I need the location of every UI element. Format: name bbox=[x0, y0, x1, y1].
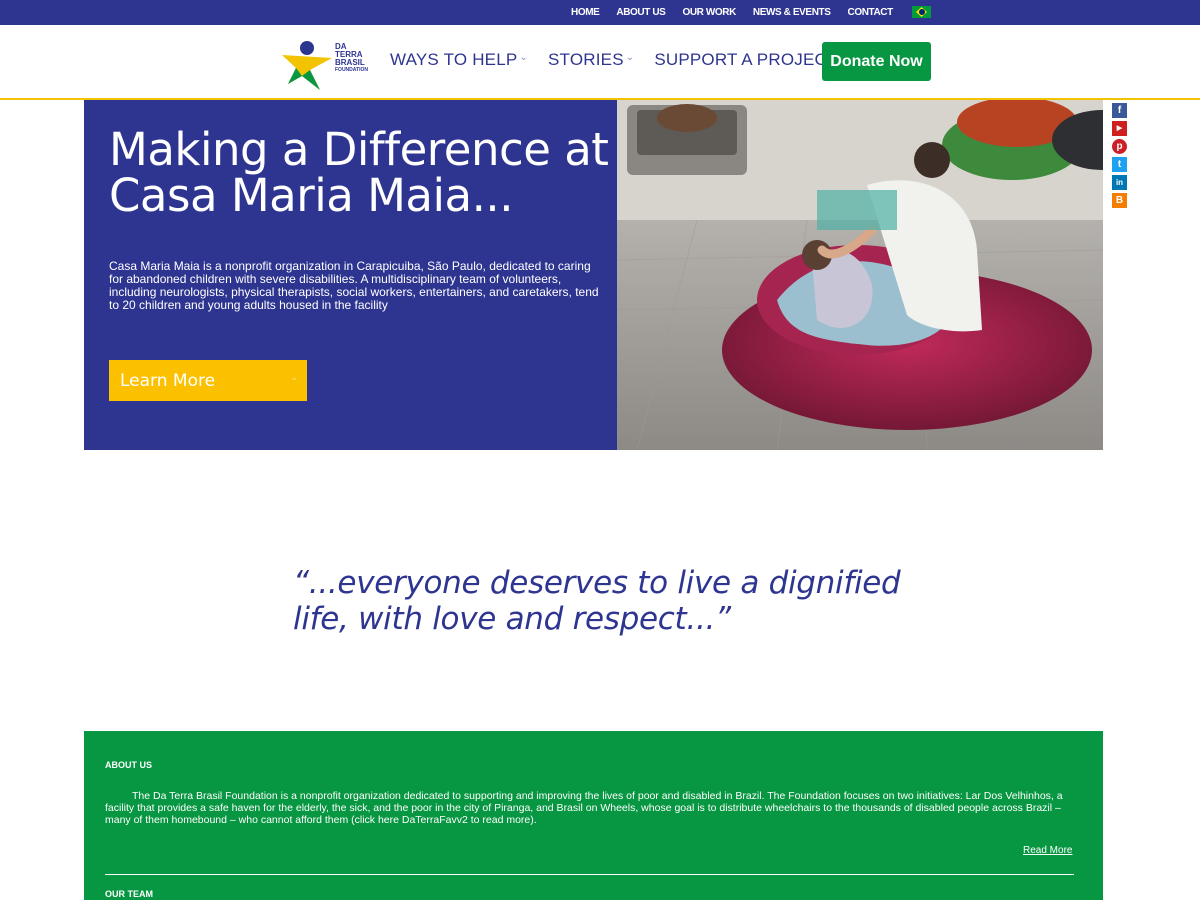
nav-stories[interactable]: STORIES ⌄ bbox=[548, 50, 634, 70]
section-divider bbox=[105, 874, 1074, 875]
logo-wordmark: DA TERRA BRASIL FOUNDATION bbox=[335, 42, 368, 74]
about-text: The Da Terra Brasil Foundation is a nonp… bbox=[105, 790, 1063, 826]
social-sidebar: f ▶ p t in B bbox=[1112, 103, 1128, 211]
site-header: DA TERRA BRASIL FOUNDATION WAYS TO HELP … bbox=[0, 25, 1200, 100]
our-team-heading: OUR TEAM bbox=[105, 889, 153, 899]
about-section: ABOUT US The Da Terra Brasil Foundation … bbox=[84, 731, 1103, 900]
logo-star-icon bbox=[282, 41, 332, 90]
hero-title: Making a Difference at Casa Maria Maia..… bbox=[109, 123, 609, 222]
read-more-link[interactable]: Read More bbox=[1023, 845, 1072, 856]
youtube-icon[interactable]: ▶ bbox=[1112, 121, 1127, 136]
facebook-icon[interactable]: f bbox=[1112, 103, 1127, 118]
topnav-news-events-link[interactable]: NEWS & EVENTS bbox=[753, 7, 831, 18]
learn-more-button[interactable]: Learn More ⌄ bbox=[109, 360, 307, 401]
chevron-down-icon: ⌄ bbox=[290, 373, 298, 383]
linkedin-icon[interactable]: in bbox=[1112, 175, 1127, 190]
chevron-down-icon: ⌄ bbox=[519, 52, 529, 63]
hero-section: Making a Difference at Casa Maria Maia..… bbox=[84, 100, 1103, 450]
nav-ways-to-help-label: WAYS TO HELP bbox=[390, 50, 518, 69]
about-heading: ABOUT US bbox=[105, 760, 152, 770]
chevron-down-icon: ⌄ bbox=[625, 52, 635, 63]
site-logo[interactable]: DA TERRA BRASIL FOUNDATION bbox=[280, 38, 375, 93]
pinterest-icon[interactable]: p bbox=[1112, 139, 1127, 154]
brazil-flag-icon[interactable] bbox=[912, 6, 931, 18]
learn-more-label: Learn More bbox=[120, 370, 216, 391]
mission-quote: “...everyone deserves to live a dignifie… bbox=[293, 565, 901, 637]
topnav-about-link[interactable]: ABOUT US bbox=[616, 7, 665, 18]
topnav-our-work-link[interactable]: OUR WORK bbox=[682, 7, 736, 18]
nav-stories-label: STORIES bbox=[548, 50, 624, 69]
top-utility-bar: HOME ABOUT US OUR WORK NEWS & EVENTS CON… bbox=[0, 0, 1200, 25]
nav-support-a-project[interactable]: SUPPORT A PROJECT ⌄ bbox=[654, 50, 848, 70]
topnav-contact-link[interactable]: CONTACT bbox=[848, 7, 894, 18]
top-nav: HOME ABOUT US OUR WORK NEWS & EVENTS CON… bbox=[571, 0, 910, 25]
nav-ways-to-help[interactable]: WAYS TO HELP ⌄ bbox=[390, 50, 528, 70]
hero-photo-caregiver bbox=[617, 100, 1103, 450]
blogger-icon[interactable]: B bbox=[1112, 193, 1127, 208]
twitter-icon[interactable]: t bbox=[1112, 157, 1127, 172]
nav-support-a-project-label: SUPPORT A PROJECT bbox=[654, 50, 838, 69]
donate-now-button[interactable]: Donate Now bbox=[822, 42, 931, 81]
hero-text-panel: Making a Difference at Casa Maria Maia..… bbox=[84, 100, 617, 450]
hero-description: Casa Maria Maia is a nonprofit organizat… bbox=[109, 259, 599, 312]
hero-photo-illustration bbox=[617, 100, 1103, 450]
topnav-home-link[interactable]: HOME bbox=[571, 7, 600, 18]
main-nav: WAYS TO HELP ⌄ STORIES ⌄ SUPPORT A PROJE… bbox=[390, 50, 868, 70]
